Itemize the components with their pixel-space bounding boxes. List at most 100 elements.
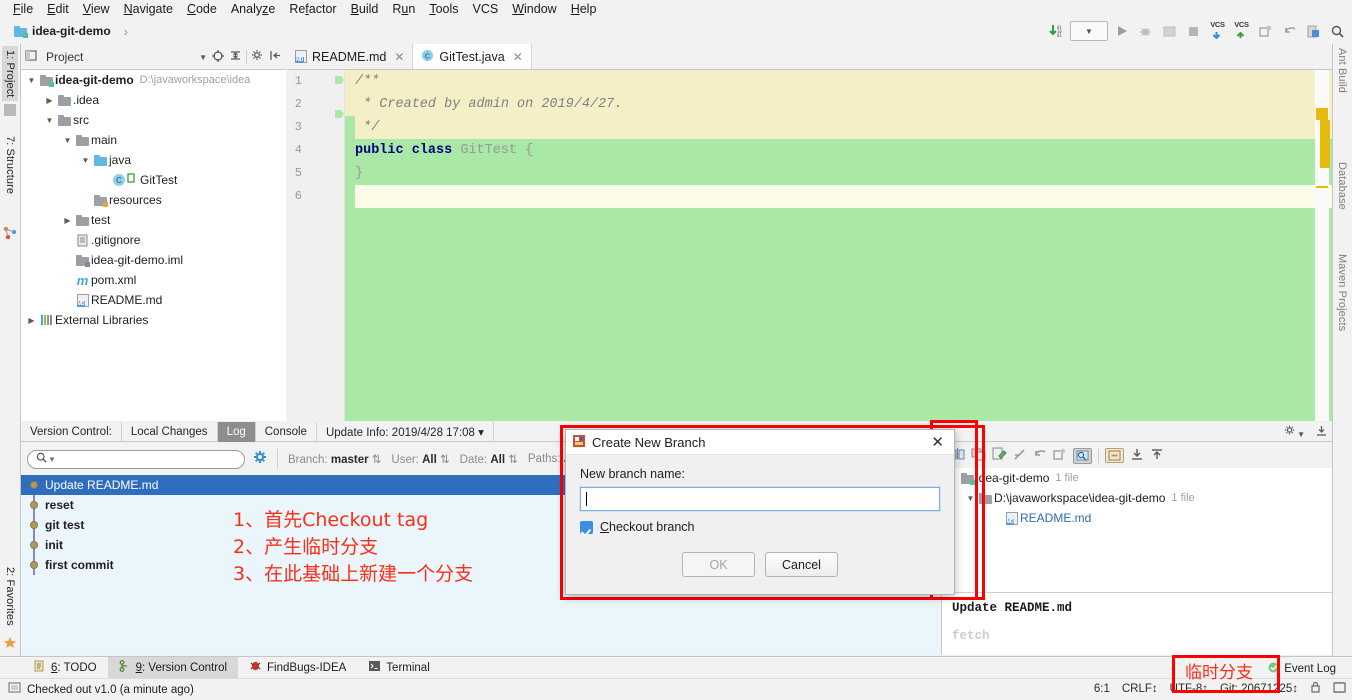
menu-item-navigate[interactable]: Navigate (117, 1, 180, 17)
preview-diff-icon[interactable] (1073, 447, 1092, 464)
code-text[interactable]: /** * Created by admin on 2019/4/27. */ … (345, 70, 1332, 421)
branch-name-input[interactable] (580, 487, 940, 511)
tab-gittest-java[interactable]: C GitTest.java ✕ (413, 44, 532, 69)
edit-source-icon[interactable] (992, 447, 1007, 464)
collapse-all-icon[interactable] (1150, 448, 1164, 464)
tree-item-java[interactable]: ▼ java (21, 150, 286, 170)
tab-readme-md[interactable]: README.md ✕ (287, 44, 414, 69)
changed-files-tree[interactable]: ▼ idea-git-demo 1 file ▼ D:\javaworkspac… (941, 468, 1332, 592)
changed-file-dir[interactable]: ▼ D:\javaworkspace\idea-git-demo 1 file (942, 488, 1332, 508)
sidebar-item-database[interactable]: Database (1336, 162, 1348, 210)
chevron-right-icon[interactable]: ▶ (25, 316, 38, 325)
sidebar-item-structure[interactable]: 7: Structure (2, 132, 18, 198)
filter-branch[interactable]: Branch: master ⇅ (288, 452, 381, 466)
chevron-right-icon[interactable]: ▶ (43, 96, 56, 105)
menu-item-analyze[interactable]: Analyze (224, 1, 282, 17)
tab-console[interactable]: Console (256, 421, 317, 442)
filter-date[interactable]: Date: All ⇅ (460, 452, 518, 466)
checkbox-checked-icon[interactable] (580, 520, 593, 534)
search-icon[interactable] (1327, 21, 1348, 41)
collapse-icon[interactable] (1105, 448, 1124, 463)
tree-item-readme[interactable]: README.md (21, 290, 286, 310)
vcs-commit-icon[interactable]: VCS (1231, 20, 1252, 41)
run-configuration-selector[interactable]: ▼ (1070, 21, 1108, 41)
menu-item-run[interactable]: Run (385, 1, 422, 17)
tab-log[interactable]: Log (217, 421, 256, 442)
update-project-icon[interactable]: 01 10 01 (1046, 21, 1067, 41)
checkout-branch-row[interactable]: Checkout branch (580, 520, 940, 534)
tab-version-control[interactable]: 9: Version Control (107, 656, 239, 679)
undo-icon[interactable] (1279, 21, 1300, 41)
annotate-icon[interactable] (1013, 448, 1027, 464)
chevron-down-icon[interactable]: ▼ (61, 136, 74, 145)
tree-item-main[interactable]: ▼ main (21, 130, 286, 150)
chevron-right-icon[interactable]: ▶ (61, 216, 74, 225)
menu-item-tools[interactable]: Tools (422, 1, 465, 17)
menu-item-help[interactable]: Help (564, 1, 604, 17)
editor-gutter[interactable]: 1 2 3 4 5 6 (287, 70, 345, 421)
lock-icon[interactable] (1310, 681, 1321, 697)
revert-icon[interactable] (1033, 448, 1047, 464)
sidebar-item-favorites[interactable]: 2: Favorites (2, 563, 18, 630)
hide-icon[interactable] (1315, 424, 1328, 440)
chevron-down-icon[interactable]: ▼ (79, 156, 92, 165)
tree-item-src[interactable]: ▼ src (21, 110, 286, 130)
menu-item-edit[interactable]: Edit (40, 1, 76, 17)
collapse-all-icon[interactable] (229, 49, 242, 65)
coverage-icon[interactable] (1159, 21, 1180, 41)
gear-icon[interactable] (251, 49, 265, 65)
breadcrumb-project[interactable]: idea-git-demo (32, 24, 111, 38)
filter-user[interactable]: User: All ⇅ (391, 452, 449, 466)
cancel-button[interactable]: Cancel (765, 552, 838, 577)
sidebar-item-maven-projects[interactable]: Maven Projects (1336, 254, 1348, 331)
menu-item-window[interactable]: Window (505, 1, 563, 17)
tree-item-test[interactable]: ▶ test (21, 210, 286, 230)
caret-position[interactable]: 6:1 (1094, 683, 1110, 695)
chevron-down-icon[interactable]: ▼ (25, 76, 38, 85)
locate-icon[interactable] (211, 49, 225, 66)
menu-item-vcs[interactable]: VCS (466, 1, 506, 17)
close-icon[interactable]: ✕ (927, 433, 948, 451)
tab-update-info[interactable]: Update Info: 2019/4/28 17:08 ▾ (317, 421, 494, 442)
memory-indicator-icon[interactable] (1333, 681, 1346, 697)
tree-item-gitignore[interactable]: .gitignore (21, 230, 286, 250)
tab-findbugs[interactable]: FindBugs-IDEA (238, 657, 357, 679)
stop-icon[interactable] (1183, 21, 1204, 41)
project-tree[interactable]: ▼ idea-git-demo D:\javaworkspace\idea ▶ … (21, 70, 286, 421)
close-icon[interactable]: ✕ (513, 50, 523, 64)
breadcrumb[interactable]: idea-git-demo › (0, 24, 128, 39)
tree-item-idea[interactable]: ▶ .idea (21, 90, 286, 110)
close-icon[interactable]: ✕ (394, 50, 404, 64)
tree-item-resources[interactable]: resources (21, 190, 286, 210)
tree-item-idea-git-demo[interactable]: ▼ idea-git-demo D:\javaworkspace\idea (21, 70, 286, 90)
menu-item-build[interactable]: Build (344, 1, 386, 17)
tree-item-pom[interactable]: m pom.xml (21, 270, 286, 290)
log-settings-icon[interactable] (253, 450, 269, 469)
menu-item-view[interactable]: View (76, 1, 117, 17)
debug-icon[interactable] (1135, 21, 1156, 41)
vcs-update-icon[interactable]: VCS (1207, 20, 1228, 41)
changed-file-readme[interactable]: README.md (942, 508, 1332, 528)
menu-item-file[interactable]: FFileile (6, 1, 40, 17)
copy-icon[interactable] (1053, 448, 1067, 464)
tab-todo[interactable]: 6: TODO (22, 657, 108, 679)
expand-all-icon[interactable] (1130, 448, 1144, 464)
settings-icon[interactable] (1303, 21, 1324, 41)
changed-file-module[interactable]: ▼ idea-git-demo 1 file (942, 468, 1332, 488)
gear-icon[interactable]: ▼ (1284, 424, 1305, 440)
ok-button[interactable]: OK (682, 552, 755, 577)
editor-scrollbar[interactable] (1312, 70, 1332, 421)
tab-terminal[interactable]: Terminal (357, 657, 440, 679)
line-separator[interactable]: CRLF↕ (1122, 683, 1158, 695)
hide-icon[interactable] (269, 49, 282, 65)
menu-item-refactor[interactable]: Refactor (282, 1, 343, 17)
chevron-down-icon[interactable]: ▼ (43, 116, 56, 125)
sidebar-item-project[interactable]: 1: Project (2, 46, 18, 102)
search-input[interactable]: ▼ (27, 449, 245, 469)
tab-local-changes[interactable]: Local Changes (122, 421, 218, 442)
menu-item-code[interactable]: Code (180, 1, 224, 17)
code-editor[interactable]: 1 2 3 4 5 6 /** * Created by admin on 20… (287, 70, 1332, 421)
chevron-down-icon[interactable]: ▼ (199, 53, 207, 62)
rollback-icon[interactable] (1255, 21, 1276, 41)
code-fold-icon[interactable] (335, 72, 344, 121)
